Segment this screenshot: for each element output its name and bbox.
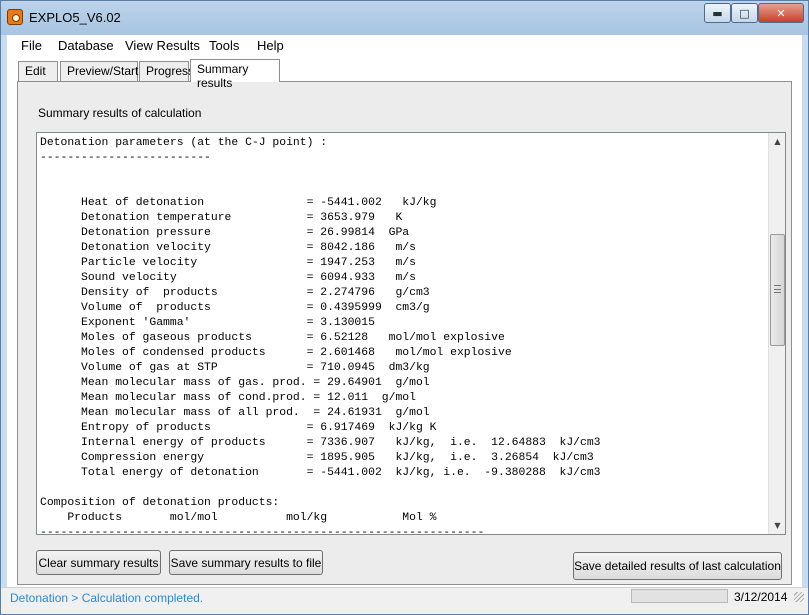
tab-edit[interactable]: Edit bbox=[18, 61, 58, 81]
app-window: EXPLO5_V6.02 ▬ □ ✕ File Database View Re… bbox=[0, 0, 809, 615]
output-line: Density of products = 2.274796 g/cm3 bbox=[40, 287, 430, 299]
summary-panel: Summary results of calculation Detonatio… bbox=[17, 81, 792, 585]
output-line: Detonation parameters (at the C-J point)… bbox=[40, 137, 328, 149]
tab-progress[interactable]: Progress bbox=[139, 61, 194, 81]
results-textbox[interactable]: Detonation parameters (at the C-J point)… bbox=[36, 132, 786, 535]
menu-view-results[interactable]: View Results bbox=[125, 38, 200, 53]
output-line: Total energy of detonation = -5441.002 k… bbox=[40, 467, 601, 479]
maximize-button[interactable]: □ bbox=[731, 3, 758, 23]
status-bar: Detonation > Calculation completed. 3/12… bbox=[1, 587, 808, 614]
output-line: Detonation velocity = 8042.186 m/s bbox=[40, 242, 416, 254]
output-line: Internal energy of products = 7336.907 k… bbox=[40, 437, 601, 449]
clear-summary-button[interactable]: Clear summary results bbox=[36, 550, 161, 575]
scroll-up-icon[interactable]: ▲ bbox=[769, 133, 786, 150]
menu-bar: File Database View Results Tools Help bbox=[7, 35, 802, 57]
output-line: Entropy of products = 6.917469 kJ/kg K bbox=[40, 422, 437, 434]
menu-help[interactable]: Help bbox=[257, 38, 284, 53]
title-bar[interactable]: EXPLO5_V6.02 ▬ □ ✕ bbox=[1, 1, 808, 35]
client-area: File Database View Results Tools Help Ed… bbox=[7, 35, 802, 587]
status-progress-bar bbox=[631, 589, 728, 603]
output-line: Sound velocity = 6094.933 m/s bbox=[40, 272, 416, 284]
scroll-thumb[interactable] bbox=[770, 234, 785, 347]
output-line: Particle velocity = 1947.253 m/s bbox=[40, 257, 416, 269]
save-detailed-button[interactable]: Save detailed results of last calculatio… bbox=[573, 552, 782, 580]
save-summary-button[interactable]: Save summary results to file bbox=[169, 550, 323, 575]
vertical-scrollbar[interactable]: ▲ ▼ bbox=[768, 133, 785, 534]
close-button[interactable]: ✕ bbox=[758, 3, 804, 23]
scroll-down-icon[interactable]: ▼ bbox=[769, 517, 786, 534]
panel-heading: Summary results of calculation bbox=[38, 106, 202, 120]
output-line: Exponent 'Gamma' = 3.130015 bbox=[40, 317, 375, 329]
output-line: Mean molecular mass of all prod. = 24.61… bbox=[40, 407, 430, 419]
tab-strip: Edit Preview/Start Progress Summary resu… bbox=[7, 59, 802, 90]
output-line: ------------------------- bbox=[40, 152, 211, 164]
menu-file[interactable]: File bbox=[21, 38, 42, 53]
output-line: Composition of detonation products: bbox=[40, 497, 280, 509]
tab-summary-results[interactable]: Summary results bbox=[190, 59, 280, 90]
grip-icon bbox=[774, 285, 781, 294]
output-line: Moles of condensed products = 2.601468 m… bbox=[40, 347, 512, 359]
status-date: 3/12/2014 bbox=[734, 590, 788, 604]
output-line: Volume of gas at STP = 710.0945 dm3/kg bbox=[40, 362, 430, 374]
minimize-button[interactable]: ▬ bbox=[704, 3, 731, 23]
output-line: Compression energy = 1895.905 kJ/kg, i.e… bbox=[40, 452, 594, 464]
output-line: Heat of detonation = -5441.002 kJ/kg bbox=[40, 197, 437, 209]
app-icon[interactable] bbox=[7, 9, 23, 25]
window-title: EXPLO5_V6.02 bbox=[29, 10, 121, 25]
output-line: Volume of products = 0.4395999 cm3/g bbox=[40, 302, 430, 314]
results-text: Detonation parameters (at the C-J point)… bbox=[37, 133, 769, 534]
output-line: Mean molecular mass of cond.prod. = 12.0… bbox=[40, 392, 416, 404]
output-line: Moles of gaseous products = 6.52128 mol/… bbox=[40, 332, 505, 344]
output-line: ----------------------------------------… bbox=[40, 527, 485, 534]
output-line: Detonation temperature = 3653.979 K bbox=[40, 212, 403, 224]
output-line: Products mol/mol mol/kg Mol % bbox=[40, 512, 437, 524]
tab-preview-start[interactable]: Preview/Start bbox=[60, 61, 138, 81]
size-grip-icon[interactable] bbox=[794, 592, 804, 602]
menu-database[interactable]: Database bbox=[58, 38, 114, 53]
status-message: Detonation > Calculation completed. bbox=[10, 591, 204, 605]
output-line: Mean molecular mass of gas. prod. = 29.6… bbox=[40, 377, 430, 389]
menu-tools[interactable]: Tools bbox=[209, 38, 239, 53]
output-line: Detonation pressure = 26.99814 GPa bbox=[40, 227, 410, 239]
